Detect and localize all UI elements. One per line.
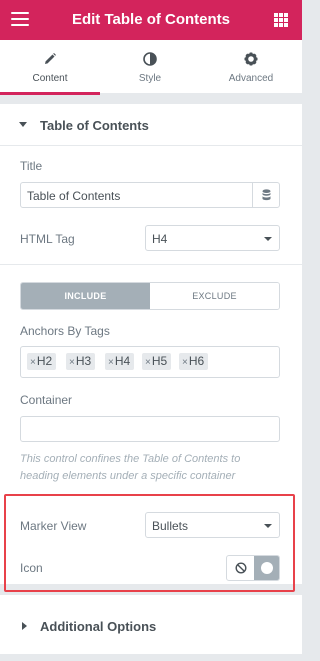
gear-icon <box>200 52 302 68</box>
include-exclude-switcher: INCLUDE EXCLUDE <box>20 282 280 310</box>
divider <box>0 264 302 265</box>
tab-style[interactable]: Style <box>100 40 200 94</box>
anchor-tag[interactable]: ×H2 <box>27 353 57 370</box>
html-tag-value: H4 <box>152 232 168 246</box>
exclude-tab[interactable]: EXCLUDE <box>150 283 279 309</box>
remove-tag-icon[interactable]: × <box>108 357 114 368</box>
remove-tag-icon[interactable]: × <box>182 357 188 368</box>
tab-advanced[interactable]: Advanced <box>200 40 302 94</box>
section-title: Additional Options <box>40 619 157 634</box>
tab-label: Content <box>32 73 68 84</box>
html-tag-select[interactable]: H4 <box>145 225 280 251</box>
title-input[interactable]: Table of Contents <box>20 182 253 208</box>
remove-tag-icon[interactable]: × <box>30 357 36 368</box>
database-icon <box>262 189 271 201</box>
grid-icon[interactable] <box>274 13 288 27</box>
caret-right-icon <box>22 622 27 630</box>
dynamic-tags-button[interactable] <box>252 182 280 208</box>
pencil-icon <box>0 52 100 68</box>
contrast-circle-icon <box>100 52 200 68</box>
tab-content[interactable]: Content <box>0 40 100 95</box>
panel-title: Edit Table of Contents <box>71 11 231 28</box>
anchors-label: Anchors By Tags <box>20 324 110 338</box>
container-label: Container <box>20 393 73 407</box>
anchors-tags-select[interactable]: ×H2 ×H3 ×H4 ×H5 ×H6 <box>20 346 280 378</box>
remove-tag-icon[interactable]: × <box>69 357 75 368</box>
include-tab[interactable]: INCLUDE <box>21 283 150 309</box>
container-note: This control confines the Table of Conte… <box>20 453 241 482</box>
anchor-tag[interactable]: ×H5 <box>142 353 172 370</box>
caret-down-icon <box>264 237 272 241</box>
anchor-tag[interactable]: ×H3 <box>66 353 96 370</box>
anchor-tag[interactable]: ×H4 <box>105 353 135 370</box>
remove-tag-icon[interactable]: × <box>145 357 151 368</box>
caret-down-icon <box>19 122 27 127</box>
section-toggle-additional-options[interactable]: Additional Options <box>0 594 302 654</box>
tab-label: Style <box>138 73 162 84</box>
editor-header: Edit Table of Contents <box>0 0 302 40</box>
section-title: Table of Contents <box>40 118 149 133</box>
container-input[interactable] <box>20 416 280 442</box>
highlight-frame <box>4 494 295 592</box>
tab-label: Advanced <box>228 73 274 84</box>
html-tag-label: HTML Tag <box>20 232 75 246</box>
title-label: Title <box>20 159 43 173</box>
anchor-tag[interactable]: ×H6 <box>179 353 209 370</box>
section-toggle-table-of-contents[interactable]: Table of Contents <box>0 104 302 146</box>
tab-bar: Content Style Advanced <box>0 40 302 95</box>
